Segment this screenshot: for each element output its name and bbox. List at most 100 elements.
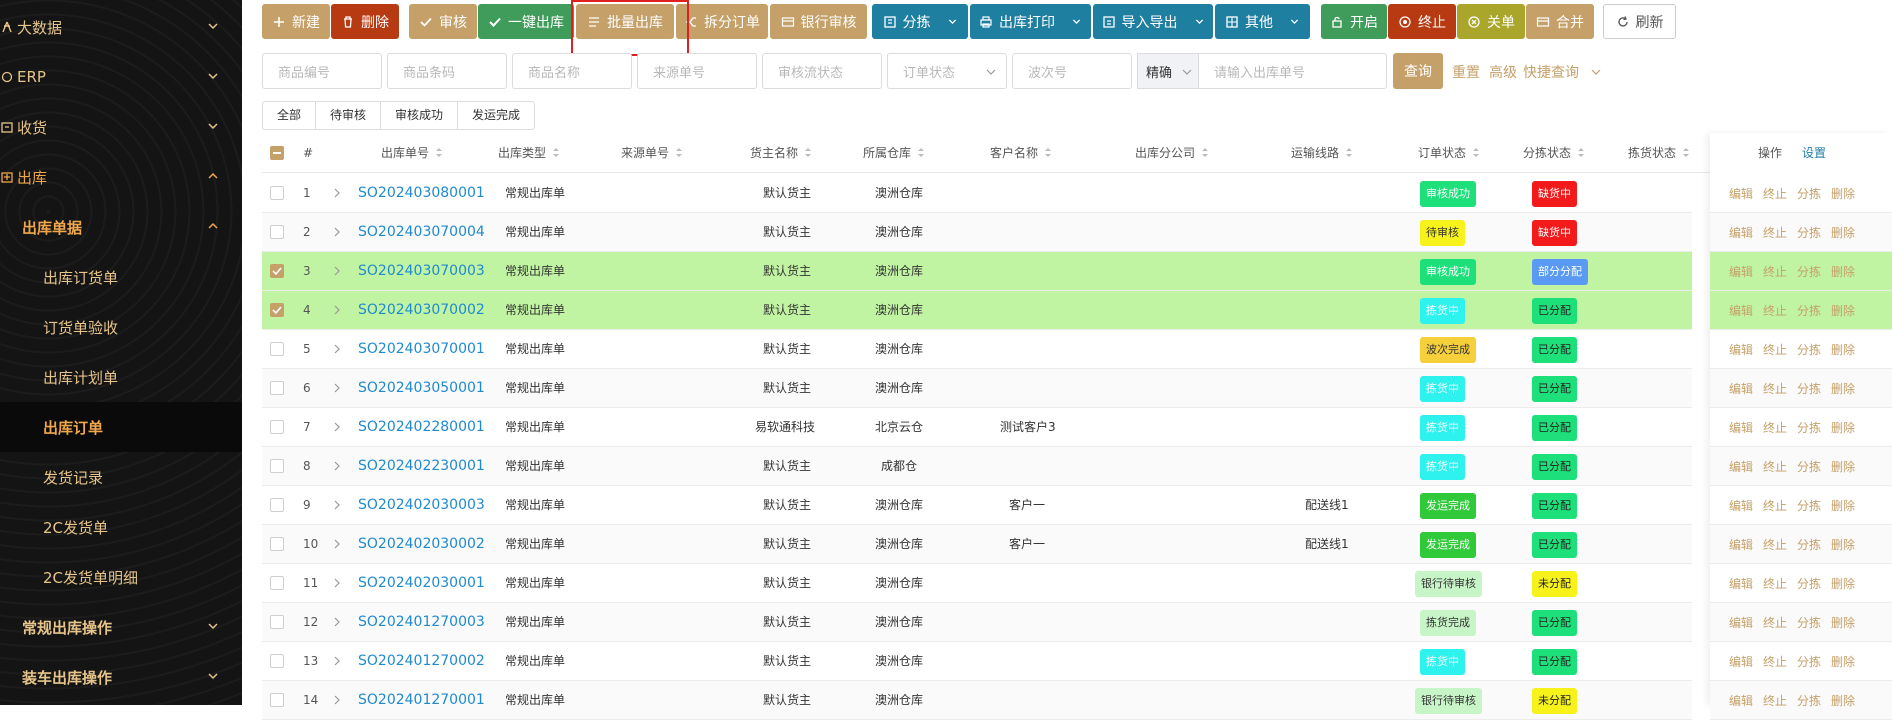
pick-link[interactable]: 分拣 (1797, 419, 1821, 436)
pick-link[interactable]: 分拣 (1797, 653, 1821, 670)
edit-link[interactable]: 编辑 (1729, 341, 1753, 358)
pick-link[interactable]: 分拣 (1797, 263, 1821, 280)
row-checkbox[interactable] (270, 381, 284, 395)
pick-link[interactable]: 分拣 (1797, 458, 1821, 475)
terminate-link[interactable]: 终止 (1763, 497, 1787, 514)
edit-link[interactable]: 编辑 (1729, 692, 1753, 709)
chevron-right-icon[interactable] (332, 422, 342, 432)
table-row[interactable]: 1 SO202403080001 常规出库单 默认货主 澳洲仓库 审核成功 缺货中 (262, 174, 1692, 213)
header-owner[interactable]: 货主名称 (750, 133, 812, 173)
delete-link[interactable]: 删除 (1831, 458, 1855, 475)
terminate-button[interactable]: 终止 (1388, 4, 1456, 39)
delete-link[interactable]: 删除 (1831, 380, 1855, 397)
sidebar-item-outbound-plan[interactable]: 出库计划单 (0, 352, 242, 402)
edit-link[interactable]: 编辑 (1729, 263, 1753, 280)
pick-link[interactable]: 分拣 (1797, 614, 1821, 631)
row-checkbox[interactable] (270, 537, 284, 551)
pick-link[interactable]: 分拣 (1797, 497, 1821, 514)
delete-button[interactable]: 删除 (331, 4, 399, 39)
row-checkbox[interactable] (270, 225, 284, 239)
open-button[interactable]: 开启 (1321, 4, 1387, 39)
order-number-link[interactable]: SO202403080001 (358, 174, 485, 213)
chevron-right-icon[interactable] (332, 383, 342, 393)
table-row[interactable]: 9 SO202402030003 常规出库单 默认货主 澳洲仓库 客户一 配送线1 发运完成 已… (262, 486, 1692, 525)
terminate-link[interactable]: 终止 (1763, 653, 1787, 670)
sidebar-item-outbound-order-sheet[interactable]: 出库订货单 (0, 252, 242, 302)
delete-link[interactable]: 删除 (1831, 497, 1855, 514)
header-type[interactable]: 出库类型 (498, 133, 560, 173)
delete-link[interactable]: 删除 (1831, 185, 1855, 202)
sidebar-item-outbound[interactable]: 出库 (0, 152, 242, 202)
edit-link[interactable]: 编辑 (1729, 536, 1753, 553)
row-checkbox[interactable] (270, 459, 284, 473)
terminate-link[interactable]: 终止 (1763, 614, 1787, 631)
edit-link[interactable]: 编辑 (1729, 185, 1753, 202)
chevron-right-icon[interactable] (332, 500, 342, 510)
terminate-link[interactable]: 终止 (1763, 263, 1787, 280)
header-order-no[interactable]: 出库单号 (381, 133, 443, 173)
terminate-link[interactable]: 终止 (1763, 224, 1787, 241)
sidebar-item-bigdata[interactable]: 大数据 (0, 2, 242, 52)
header-warehouse[interactable]: 所属仓库 (863, 133, 925, 173)
order-number-link[interactable]: SO202403070004 (358, 213, 485, 252)
bank-audit-button[interactable]: 银行审核 (770, 4, 867, 39)
sidebar-item-delivery-records[interactable]: 发货记录 (0, 452, 242, 502)
pick-link[interactable]: 分拣 (1797, 536, 1821, 553)
table-row[interactable]: 8 SO202402230001 常规出库单 默认货主 成都仓 拣货中 已分配 (262, 447, 1692, 486)
table-row[interactable]: 12 SO202401270003 常规出库单 默认货主 澳洲仓库 拣货完成 已分配 (262, 603, 1692, 642)
terminate-link[interactable]: 终止 (1763, 302, 1787, 319)
terminate-link[interactable]: 终止 (1763, 458, 1787, 475)
advanced-link[interactable]: 高级 (1489, 62, 1517, 82)
chevron-right-icon[interactable] (332, 695, 342, 705)
tab-shipped[interactable]: 发运完成 (458, 102, 534, 129)
table-row[interactable]: 5 SO202403070001 常规出库单 默认货主 澳洲仓库 波次完成 已分配 (262, 330, 1692, 369)
sidebar-item-2c-delivery-detail[interactable]: 2C发货单明细 (0, 552, 242, 602)
header-pick-status[interactable]: 分拣状态 (1523, 133, 1585, 173)
delete-link[interactable]: 删除 (1831, 302, 1855, 319)
row-checkbox[interactable] (270, 303, 284, 317)
terminate-link[interactable]: 终止 (1763, 575, 1787, 592)
order-number-link[interactable]: SO202403070001 (358, 330, 485, 369)
pick-link[interactable]: 分拣 (1797, 575, 1821, 592)
tab-all[interactable]: 全部 (263, 102, 317, 129)
close-order-button[interactable]: 关单 (1457, 4, 1525, 39)
delete-link[interactable]: 删除 (1831, 575, 1855, 592)
pick-link[interactable]: 分拣 (1797, 341, 1821, 358)
delete-link[interactable]: 删除 (1831, 224, 1855, 241)
sidebar-item-outbound-docs[interactable]: 出库单据 (0, 202, 242, 252)
order-number-link[interactable]: SO202403070003 (358, 252, 485, 291)
delete-link[interactable]: 删除 (1831, 419, 1855, 436)
chevron-right-icon[interactable] (332, 188, 342, 198)
source-no-input[interactable]: 来源单号 (637, 53, 757, 89)
order-number-link[interactable]: SO202401270001 (358, 681, 485, 720)
delete-link[interactable]: 删除 (1831, 263, 1855, 280)
chevron-right-icon[interactable] (332, 578, 342, 588)
edit-link[interactable]: 编辑 (1729, 575, 1753, 592)
order-number-link[interactable]: SO202403070002 (358, 291, 485, 330)
product-code-input[interactable]: 商品编号 (262, 53, 382, 89)
edit-link[interactable]: 编辑 (1729, 614, 1753, 631)
table-row[interactable]: 10 SO202402030002 常规出库单 默认货主 澳洲仓库 客户一 配送线1 发运完成… (262, 525, 1692, 564)
header-order-status[interactable]: 订单状态 (1418, 133, 1480, 173)
header-route[interactable]: 运输线路 (1291, 133, 1353, 173)
order-number-link[interactable]: SO202403050001 (358, 369, 485, 408)
sidebar-item-outbound-orders[interactable]: 出库订单 (0, 402, 242, 452)
pick-link[interactable]: 分拣 (1797, 302, 1821, 319)
outbound-print-button[interactable]: 出库打印 (970, 4, 1091, 39)
header-source-no[interactable]: 来源单号 (621, 133, 683, 173)
merge-button[interactable]: 合并 (1526, 4, 1594, 39)
header-customer[interactable]: 客户名称 (990, 133, 1052, 173)
order-number-link[interactable]: SO202402280001 (358, 408, 485, 447)
sidebar-item-regular-outbound[interactable]: 常规出库操作 (0, 602, 242, 652)
tab-approved[interactable]: 审核成功 (381, 102, 459, 129)
terminate-link[interactable]: 终止 (1763, 380, 1787, 397)
wave-no-input[interactable]: 波次号 (1012, 53, 1132, 89)
one-click-outbound-button[interactable]: 一键出库 (478, 4, 574, 39)
settings-link[interactable]: 设置 (1802, 133, 1826, 173)
edit-link[interactable]: 编辑 (1729, 653, 1753, 670)
sidebar-item-loading-outbound[interactable]: 装车出库操作 (0, 652, 242, 702)
pick-link[interactable]: 分拣 (1797, 224, 1821, 241)
chevron-right-icon[interactable] (332, 344, 342, 354)
delete-link[interactable]: 删除 (1831, 614, 1855, 631)
barcode-input[interactable]: 商品条码 (387, 53, 507, 89)
